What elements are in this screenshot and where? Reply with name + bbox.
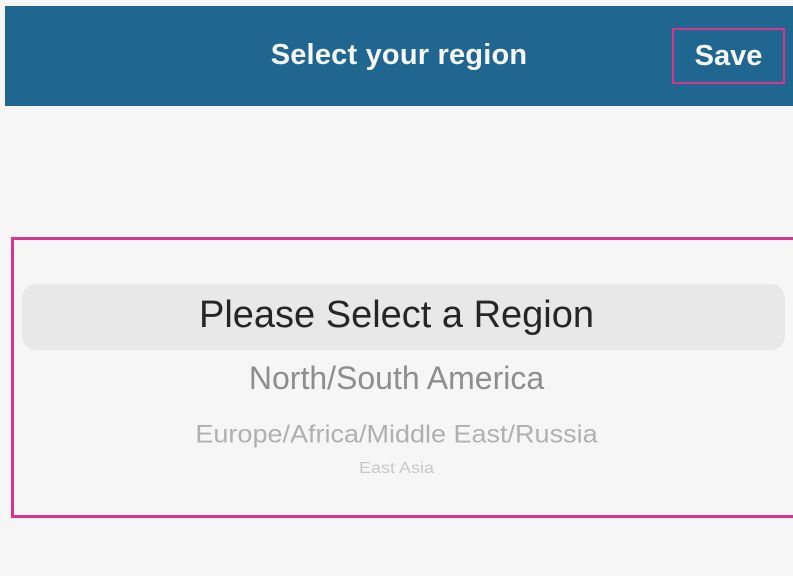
- picker-option-north-south-america[interactable]: North/South America: [0, 360, 793, 397]
- navigation-bar: Select your region Save: [5, 6, 793, 106]
- picker-option-selected[interactable]: Please Select a Region: [0, 294, 793, 337]
- region-select-screen: Select your region Save Please Select a …: [0, 0, 793, 576]
- save-button[interactable]: Save: [672, 28, 785, 84]
- picker-option-east-asia[interactable]: East Asia: [0, 460, 793, 478]
- picker-option-europe-africa-middle-east-russia[interactable]: Europe/Africa/Middle East/Russia: [0, 420, 793, 449]
